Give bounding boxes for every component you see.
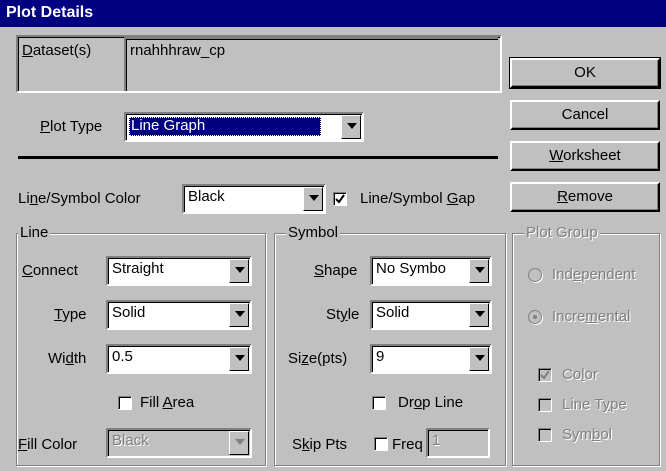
symbol-group-label: Symbol [286,224,341,241]
freq-checkbox[interactable] [374,437,388,451]
type-select[interactable]: Solid [106,300,252,330]
fill-color-value: Black [112,432,149,449]
chevron-down-icon [235,267,245,273]
remove-button[interactable]: Remove [510,182,660,212]
chevron-down-icon [475,355,485,361]
radio-dot [533,315,537,319]
chevron-down-icon [475,267,485,273]
connect-value: Straight [112,260,164,277]
check-icon [540,370,550,380]
dataset-field[interactable]: rnahhhraw_cp [124,37,498,91]
color-dropdown-button[interactable] [303,187,323,211]
line-type-checkbox[interactable] [538,398,552,412]
chevron-down-icon [235,439,245,445]
line-symbol-color-label: Line/Symbol Color [18,190,141,207]
shape-value: No Symbo [376,260,447,277]
freq-input[interactable]: 1 [426,428,490,458]
color-label: Color [562,366,598,383]
type-dropdown-button[interactable] [229,303,249,327]
width-value: 0.5 [112,348,133,365]
separator [18,156,498,159]
plot-type-label: Plot Type [40,118,103,135]
plot-details-dialog: Plot Details Dataset(s) rnahhhraw_cp Plo… [0,0,666,471]
style-label: Style [326,306,360,323]
type-label: Type [54,306,87,323]
line-symbol-color-select[interactable]: Black [182,184,326,214]
connect-select[interactable]: Straight [106,256,252,286]
dataset-label: Dataset(s) [22,42,92,59]
size-label: Size(pts) [288,350,348,367]
shape-select[interactable]: No Symbo [370,256,492,286]
width-dropdown-button[interactable] [229,347,249,371]
fill-area-checkbox[interactable] [118,396,132,410]
plot-group-label: Plot Group [524,224,600,241]
title-bar: Plot Details [0,0,666,27]
symbol-checkbox[interactable] [538,428,552,442]
fill-color-label: Fill Color [18,436,78,453]
drop-line-checkbox[interactable] [372,396,386,410]
line-symbol-color-value: Black [188,188,225,205]
plot-type-dropdown-button[interactable] [341,115,361,139]
chevron-down-icon [235,311,245,317]
incremental-label: Incremental [552,308,631,325]
width-select[interactable]: 0.5 [106,344,252,374]
ok-button[interactable]: OK [509,57,661,89]
dataset-label-rest: ataset(s) [32,42,92,59]
freq-value: 1 [432,432,441,449]
check-icon [335,194,345,204]
worksheet-button[interactable]: Worksheet [510,141,660,171]
plot-type-select[interactable]: Line Graph [124,112,364,142]
skip-pts-label: Skip Pts [292,436,348,453]
size-dropdown-button[interactable] [469,347,489,371]
line-symbol-gap-label: Line/Symbol Gap [360,190,476,207]
shape-dropdown-button[interactable] [469,259,489,283]
freq-label: Freq [392,436,423,453]
line-symbol-gap-checkbox[interactable] [333,192,347,206]
drop-line-label: Drop Line [398,394,464,411]
style-select[interactable]: Solid [370,300,492,330]
connect-label: Connect [22,262,78,279]
dialog-title: Plot Details [6,4,94,21]
line-group-label: Line [18,224,51,241]
shape-label: Shape [314,262,358,279]
dataset-value: rnahhhraw_cp [130,42,226,59]
chevron-down-icon [235,355,245,361]
cancel-button[interactable]: Cancel [510,100,660,130]
fill-color-dropdown-button[interactable] [229,431,249,455]
chevron-down-icon [347,123,357,129]
type-value: Solid [112,304,146,321]
width-label: Width [48,350,87,367]
style-dropdown-button[interactable] [469,303,489,327]
incremental-radio[interactable] [528,310,542,324]
plot-type-value: Line Graph [129,117,321,136]
independent-label: Independent [552,266,636,283]
size-value: 9 [376,348,385,365]
fill-color-select[interactable]: Black [106,428,252,458]
fill-area-label: Fill Area [140,394,195,411]
size-select[interactable]: 9 [370,344,492,374]
chevron-down-icon [475,311,485,317]
color-checkbox[interactable] [538,368,552,382]
line-type-label: Line Type [562,396,627,413]
chevron-down-icon [309,195,319,201]
independent-radio[interactable] [528,268,542,282]
connect-dropdown-button[interactable] [229,259,249,283]
style-value: Solid [376,304,410,321]
symbol-label: Symbol [562,426,613,443]
